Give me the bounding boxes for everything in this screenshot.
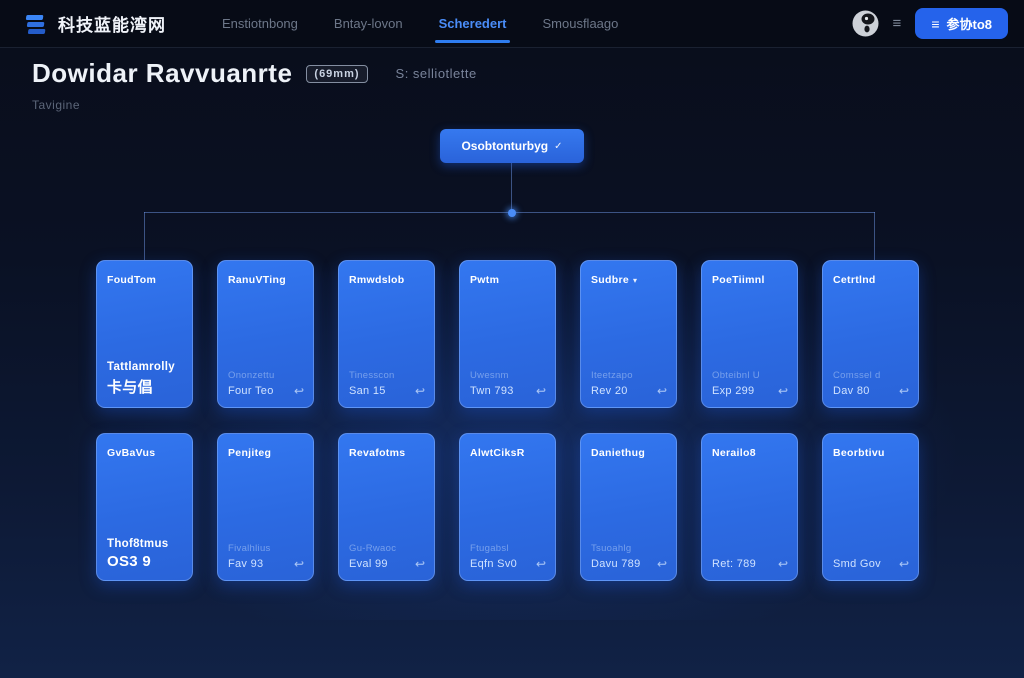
card-title: FoudTom (107, 274, 156, 286)
return-arrow-icon[interactable]: ↩ (778, 385, 788, 397)
card-subtitle: Ftugabsl (470, 543, 546, 555)
logo[interactable]: 科技蓝能湾网 (24, 11, 166, 37)
chevron-down-icon: ▾ (633, 276, 637, 285)
card[interactable]: RanuVTing Ononzettu Four Teo ↩ (217, 260, 314, 408)
card[interactable]: Beorbtivu Smd Gov ↩ (822, 433, 919, 581)
card-subtitle: Iteetzapo (591, 370, 667, 382)
return-arrow-icon[interactable]: ↩ (899, 558, 909, 570)
card-value: Smd Gov (833, 558, 881, 570)
card-title: Penjiteg (228, 447, 271, 459)
page-header: Dowidar Ravvuanrte (69mm) S: selliotlett… (32, 58, 477, 112)
topbar: 科技蓝能湾网 Enstiotnbong Bntay-lovon Scherede… (0, 0, 1024, 48)
card[interactable]: Cetrtlnd Comssel d Dav 80 ↩ (822, 260, 919, 408)
return-arrow-icon[interactable]: ↩ (899, 385, 909, 397)
return-arrow-icon[interactable]: ↩ (415, 385, 425, 397)
card-value: Eqfn Sv0 (470, 558, 517, 570)
card-title: Pwtm (470, 274, 499, 286)
primary-action-button[interactable]: ≡ 参协to8 (915, 8, 1008, 39)
card-title: GvBaVus (107, 447, 155, 459)
card[interactable]: Sudbre ▾ Iteetzapo Rev 20 ↩ (580, 260, 677, 408)
card[interactable]: Nerailo8 Ret: 789 ↩ (701, 433, 798, 581)
card-value: Dav 80 (833, 385, 870, 397)
connector-dot (508, 209, 516, 217)
card-grid: FoudTom Tattlamrolly 卡与倡 RanuVTing Ononz… (96, 260, 919, 581)
card-subtitle: Ononzettu (228, 370, 304, 382)
card-subtitle: Tattlamrolly (107, 361, 183, 373)
list-icon[interactable]: ≡ (893, 15, 902, 32)
logo-icon (24, 11, 50, 37)
nav-item-4[interactable]: Smousflaago (542, 0, 618, 48)
card[interactable]: FoudTom Tattlamrolly 卡与倡 (96, 260, 193, 408)
card-subtitle (712, 543, 788, 555)
card-title: Nerailo8 (712, 447, 756, 459)
card[interactable]: Daniethug Tsuoahlg Davu 789 ↩ (580, 433, 677, 581)
card-title: Sudbre (591, 274, 629, 286)
return-arrow-icon[interactable]: ↩ (536, 385, 546, 397)
card[interactable]: Revafotms Gu-Rwaoc Eval 99 ↩ (338, 433, 435, 581)
card-subtitle: Fivalhlius (228, 543, 304, 555)
card-title: Cetrtlnd (833, 274, 876, 286)
return-arrow-icon[interactable]: ↩ (657, 385, 667, 397)
return-arrow-icon[interactable]: ↩ (657, 558, 667, 570)
connector-vertical-left (144, 212, 145, 260)
nav-item-1[interactable]: Enstiotnbong (222, 0, 298, 48)
root-node-label: Osobtonturbyg (461, 139, 548, 153)
card-subtitle (833, 543, 909, 555)
title-note: S: selliotlette (396, 66, 477, 81)
card[interactable]: Rmwdslob Tinesscon San 15 ↩ (338, 260, 435, 408)
card-title: Revafotms (349, 447, 405, 459)
connector-vertical-root (511, 163, 512, 213)
card[interactable]: Penjiteg Fivalhlius Fav 93 ↩ (217, 433, 314, 581)
return-arrow-icon[interactable]: ↩ (294, 385, 304, 397)
menu-icon: ≡ (931, 16, 939, 32)
card-value: Exp 299 (712, 385, 754, 397)
return-arrow-icon[interactable]: ↩ (778, 558, 788, 570)
card-title: Rmwdslob (349, 274, 404, 286)
logo-text: 科技蓝能湾网 (58, 11, 166, 36)
card-value: San 15 (349, 385, 386, 397)
root-node-button[interactable]: Osobtonturbyg ✓ (440, 129, 584, 163)
return-arrow-icon[interactable]: ↩ (536, 558, 546, 570)
card-subtitle: Uwesnm (470, 370, 546, 382)
main-nav: Enstiotnbong Bntay-lovon Scheredert Smou… (222, 0, 618, 48)
connector-vertical-right (874, 212, 875, 260)
card[interactable]: Pwtm Uwesnm Twn 793 ↩ (459, 260, 556, 408)
card-value: Rev 20 (591, 385, 628, 397)
card-title: PoeTiimnl (712, 274, 765, 286)
topbar-right: ≡ ≡ 参协to8 (852, 8, 1008, 39)
card-subtitle: Thof8tmus (107, 538, 183, 550)
card-subtitle: Tsuoahlg (591, 543, 667, 555)
primary-action-label: 参协to8 (946, 14, 992, 33)
card-subtitle: Obteibnl U (712, 370, 788, 382)
user-avatar[interactable] (852, 10, 879, 37)
title-badge: (69mm) (306, 65, 367, 83)
card-title: RanuVTing (228, 274, 286, 286)
return-arrow-icon[interactable]: ↩ (415, 558, 425, 570)
card[interactable]: GvBaVus Thof8tmus OS3 9 (96, 433, 193, 581)
card-value: 卡与倡 (107, 376, 153, 397)
card[interactable]: PoeTiimnl Obteibnl U Exp 299 ↩ (701, 260, 798, 408)
card-subtitle: Gu-Rwaoc (349, 543, 425, 555)
app-window: 科技蓝能湾网 Enstiotnbong Bntay-lovon Scherede… (0, 0, 1024, 678)
card-value: OS3 9 (107, 553, 151, 570)
card-title: Daniethug (591, 447, 645, 459)
card-value: Eval 99 (349, 558, 388, 570)
card-value: Davu 789 (591, 558, 641, 570)
nav-item-3-active[interactable]: Scheredert (439, 0, 507, 48)
card-value: Ret: 789 (712, 558, 756, 570)
card-title: AlwtCiksR (470, 447, 525, 459)
card-subtitle: Tinesscon (349, 370, 425, 382)
nav-item-2[interactable]: Bntay-lovon (334, 0, 403, 48)
breadcrumb: Tavigine (32, 98, 477, 112)
card[interactable]: AlwtCiksR Ftugabsl Eqfn Sv0 ↩ (459, 433, 556, 581)
card-title: Beorbtivu (833, 447, 885, 459)
card-value: Twn 793 (470, 385, 514, 397)
return-arrow-icon[interactable]: ↩ (294, 558, 304, 570)
card-value: Fav 93 (228, 558, 263, 570)
page-title: Dowidar Ravvuanrte (32, 58, 292, 89)
card-value: Four Teo (228, 385, 274, 397)
check-icon: ✓ (554, 141, 562, 152)
card-subtitle: Comssel d (833, 370, 909, 382)
